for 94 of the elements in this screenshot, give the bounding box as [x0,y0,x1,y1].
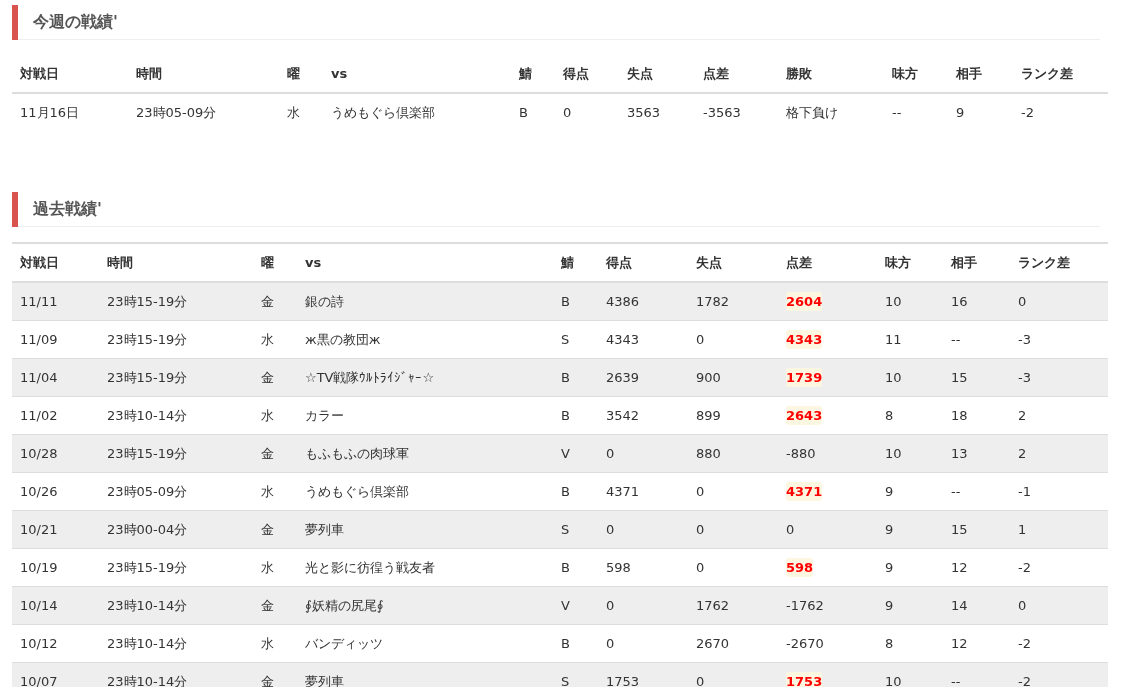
table-cell: ☆TV戦隊ｳﾙﾄﾗｲｼﾞｬｰ☆ [297,358,553,397]
table-cell: 16 [943,282,1010,321]
table-cell: 1762 [688,586,778,625]
column-header: 得点 [555,55,619,93]
column-header: 点差 [695,55,778,93]
table-cell: 10/07 [12,662,99,687]
table-cell: うめもぐら倶楽部 [323,93,511,131]
table-cell: 水 [279,93,323,131]
column-header: vs [323,55,511,93]
table-cell: V [553,434,598,473]
table-cell: 13 [943,434,1010,473]
table-cell: 2 [1010,434,1108,473]
column-header: 曜 [279,55,323,93]
table-cell: 9 [877,510,943,549]
table-cell: 23時05-09分 [128,93,279,131]
table-cell: -- [943,662,1010,687]
table-cell: 15 [943,358,1010,397]
column-header: 相手 [948,55,1013,93]
table-cell: 金 [253,434,297,473]
table-cell: 1739 [778,358,877,397]
table-cell: 2604 [778,282,877,321]
table-cell: -3563 [695,93,778,131]
table-cell: 2639 [598,358,688,397]
accent-bar [12,191,18,227]
table-cell: 10/21 [12,510,99,549]
table-cell: 10 [877,434,943,473]
section-title: 今週の戦績' [33,11,118,33]
table-cell: 10 [877,358,943,397]
table-cell: -3 [1010,358,1108,397]
table-cell: 0 [1010,586,1108,625]
table-cell: 0 [778,510,877,549]
table-cell: 0 [555,93,619,131]
table-cell: -- [884,93,948,131]
table-cell: 15 [943,510,1010,549]
table-cell: 0 [598,510,688,549]
table-cell: 1 [1010,510,1108,549]
table-cell: 金 [253,282,297,321]
table-cell: 0 [688,662,778,687]
table-cell: 23時10-14分 [99,662,253,687]
table-cell: B [553,358,598,397]
table-cell: B [553,282,598,321]
table-cell: 夢列車 [297,510,553,549]
table-cell: S [553,510,598,549]
table-cell: 11月16日 [12,93,128,131]
column-header: 勝敗 [778,55,884,93]
column-header: ランク差 [1013,55,1108,93]
table-cell: 880 [688,434,778,473]
table-cell: 4386 [598,282,688,321]
table-cell: 900 [688,358,778,397]
table-cell: 10/28 [12,434,99,473]
section-title: 過去戦績' [33,198,102,220]
table-cell: 0 [598,586,688,625]
table-cell: 3563 [619,93,695,131]
table-cell: 23時15-19分 [99,358,253,397]
column-header: 鯖 [511,55,555,93]
table-cell: 金 [253,586,297,625]
table-cell: 0 [598,434,688,473]
table-cell: V [553,586,598,625]
column-header: 味方 [884,55,948,93]
table-cell: 1753 [778,662,877,687]
table-cell: 10 [877,282,943,321]
table-cell: 銀の詩 [297,282,553,321]
table-cell: 0 [688,510,778,549]
table-cell: 9 [948,93,1013,131]
column-header: 対戦日 [12,55,128,93]
table-cell: -2 [1013,93,1108,131]
table-cell: 金 [253,510,297,549]
table-cell: 23時15-19分 [99,282,253,321]
table-cell: B [511,93,555,131]
accent-bar [12,4,18,40]
table-cell: 14 [943,586,1010,625]
table-cell: -2 [1010,662,1108,687]
table-cell: 1782 [688,282,778,321]
table-cell: 0 [1010,282,1108,321]
table-cell: 23時15-19分 [99,434,253,473]
column-header: 時間 [128,55,279,93]
table-cell: 夢列車 [297,662,553,687]
table-cell: -880 [778,434,877,473]
table-cell: 金 [253,358,297,397]
table-cell: -1762 [778,586,877,625]
table-cell: 23時00-04分 [99,510,253,549]
table-cell: 11/11 [12,282,99,321]
table-cell: ∮妖精の尻尾∮ [297,586,553,625]
table-cell: 1753 [598,662,688,687]
table-cell: 10/14 [12,586,99,625]
table-cell: 11/04 [12,358,99,397]
table-cell: 10 [877,662,943,687]
table-cell: 金 [253,662,297,687]
column-header: 失点 [619,55,695,93]
table-cell: 9 [877,586,943,625]
table-cell: もふもふの肉球軍 [297,434,553,473]
table-cell: S [553,662,598,687]
table-cell: 格下負け [778,93,884,131]
table-cell: 23時10-14分 [99,586,253,625]
